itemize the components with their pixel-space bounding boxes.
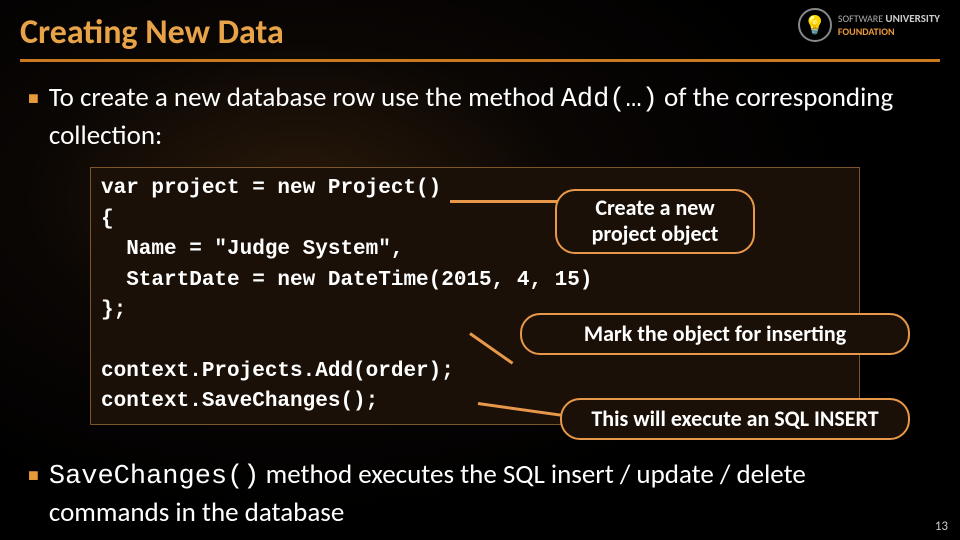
bullet-square-icon: ■ — [28, 457, 39, 530]
bullet-2-code: SaveChanges() — [49, 462, 260, 492]
bullet-2: ■ SaveChanges() method executes the SQL … — [28, 457, 932, 530]
brand-logo: 💡 SOFTWARE UNIVERSITY FOUNDATION — [798, 8, 940, 42]
bullet-1-text-a: To create a new database row use the met… — [49, 81, 561, 114]
bullet-1-code: Add(…) — [561, 85, 658, 115]
brand-text: SOFTWARE UNIVERSITY FOUNDATION — [838, 13, 940, 36]
bullet-square-icon: ■ — [28, 80, 39, 153]
callout-sql-insert: This will execute an SQL INSERT — [560, 398, 910, 440]
callout-connector-1 — [450, 200, 558, 203]
callout-create-object: Create a new project object — [555, 189, 755, 254]
page-number: 13 — [935, 519, 948, 534]
bullet-1: ■ To create a new database row use the m… — [28, 80, 932, 153]
callout-mark-insert: Mark the object for inserting — [520, 313, 910, 355]
lightbulb-icon: 💡 — [798, 8, 832, 42]
